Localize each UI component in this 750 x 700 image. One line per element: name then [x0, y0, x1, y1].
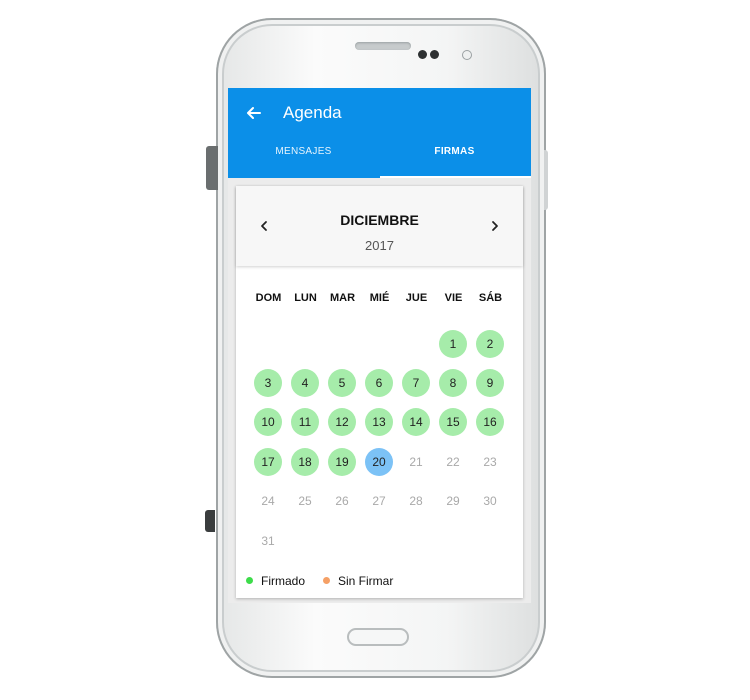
day-cell[interactable]: 10: [254, 408, 282, 436]
day-cell[interactable]: 19: [328, 448, 356, 476]
day-cell[interactable]: 27: [365, 487, 393, 515]
calendar-header: DICIEMBRE 2017: [236, 186, 523, 266]
tab-mensajes[interactable]: MENSAJES: [228, 146, 379, 157]
day-cell[interactable]: 18: [291, 448, 319, 476]
legend-label: Sin Firmar: [338, 574, 394, 588]
signed-dot-icon: [246, 577, 253, 584]
weekday-label: MAR: [329, 292, 356, 304]
day-cell[interactable]: 22: [439, 448, 467, 476]
day-cell[interactable]: 16: [476, 408, 504, 436]
day-cell[interactable]: 13: [365, 408, 393, 436]
chevron-right-icon[interactable]: [485, 216, 505, 236]
weekday-label: LUN: [294, 292, 317, 304]
tab-indicator: [380, 176, 531, 178]
day-cell[interactable]: 17: [254, 448, 282, 476]
day-cell[interactable]: 26: [328, 487, 356, 515]
day-cell[interactable]: 31: [254, 527, 282, 555]
phone-screen: Agenda MENSAJES FIRMAS DICIEMBRE 2017 DO…: [228, 88, 531, 603]
weekday-label: JUE: [405, 292, 428, 304]
day-cell[interactable]: 21: [402, 448, 430, 476]
legend-firmado: Firmado: [246, 574, 305, 588]
home-button[interactable]: [347, 628, 409, 646]
proximity-sensor: [418, 50, 427, 59]
day-cell[interactable]: 30: [476, 487, 504, 515]
day-cell[interactable]: 11: [291, 408, 319, 436]
page-title: Agenda: [283, 103, 342, 122]
tab-firmas[interactable]: FIRMAS: [379, 146, 530, 157]
back-arrow-icon[interactable]: [242, 102, 264, 124]
day-cell[interactable]: 23: [476, 448, 504, 476]
day-cell[interactable]: 7: [402, 369, 430, 397]
legend-sin-firmar: Sin Firmar: [323, 574, 393, 588]
weekday-label: SÁB: [478, 292, 503, 304]
app-bar: Agenda MENSAJES FIRMAS: [228, 88, 531, 178]
unsigned-dot-icon: [323, 577, 330, 584]
year-label: 2017: [365, 238, 394, 253]
weekday-label: MIÉ: [369, 292, 390, 304]
earpiece-speaker: [355, 42, 411, 50]
day-cell[interactable]: 9: [476, 369, 504, 397]
month-label: DICIEMBRE: [340, 212, 419, 228]
volume-button: [206, 146, 218, 190]
day-cell[interactable]: 2: [476, 330, 504, 358]
day-cell[interactable]: 8: [439, 369, 467, 397]
legend-label: Firmado: [261, 574, 306, 588]
day-cell[interactable]: 12: [328, 408, 356, 436]
day-cell[interactable]: 15: [439, 408, 467, 436]
day-cell[interactable]: 5: [328, 369, 356, 397]
day-cell[interactable]: 4: [291, 369, 319, 397]
day-cell[interactable]: 1: [439, 330, 467, 358]
day-cell[interactable]: 24: [254, 487, 282, 515]
front-camera: [463, 51, 471, 59]
light-sensor: [430, 50, 439, 59]
day-cell[interactable]: 6: [365, 369, 393, 397]
weekday-label: VIE: [444, 292, 463, 304]
day-cell[interactable]: 20: [365, 448, 393, 476]
weekday-label: DOM: [255, 292, 282, 304]
day-cell[interactable]: 14: [402, 408, 430, 436]
side-key: [205, 510, 215, 532]
day-cell[interactable]: 3: [254, 369, 282, 397]
day-cell[interactable]: 25: [291, 487, 319, 515]
day-cell[interactable]: 28: [402, 487, 430, 515]
calendar-card: DICIEMBRE 2017 DOM LUN MAR MIÉ JUE VIE SÁB 123…: [236, 186, 523, 598]
power-button: [544, 150, 548, 210]
day-cell[interactable]: 29: [439, 487, 467, 515]
